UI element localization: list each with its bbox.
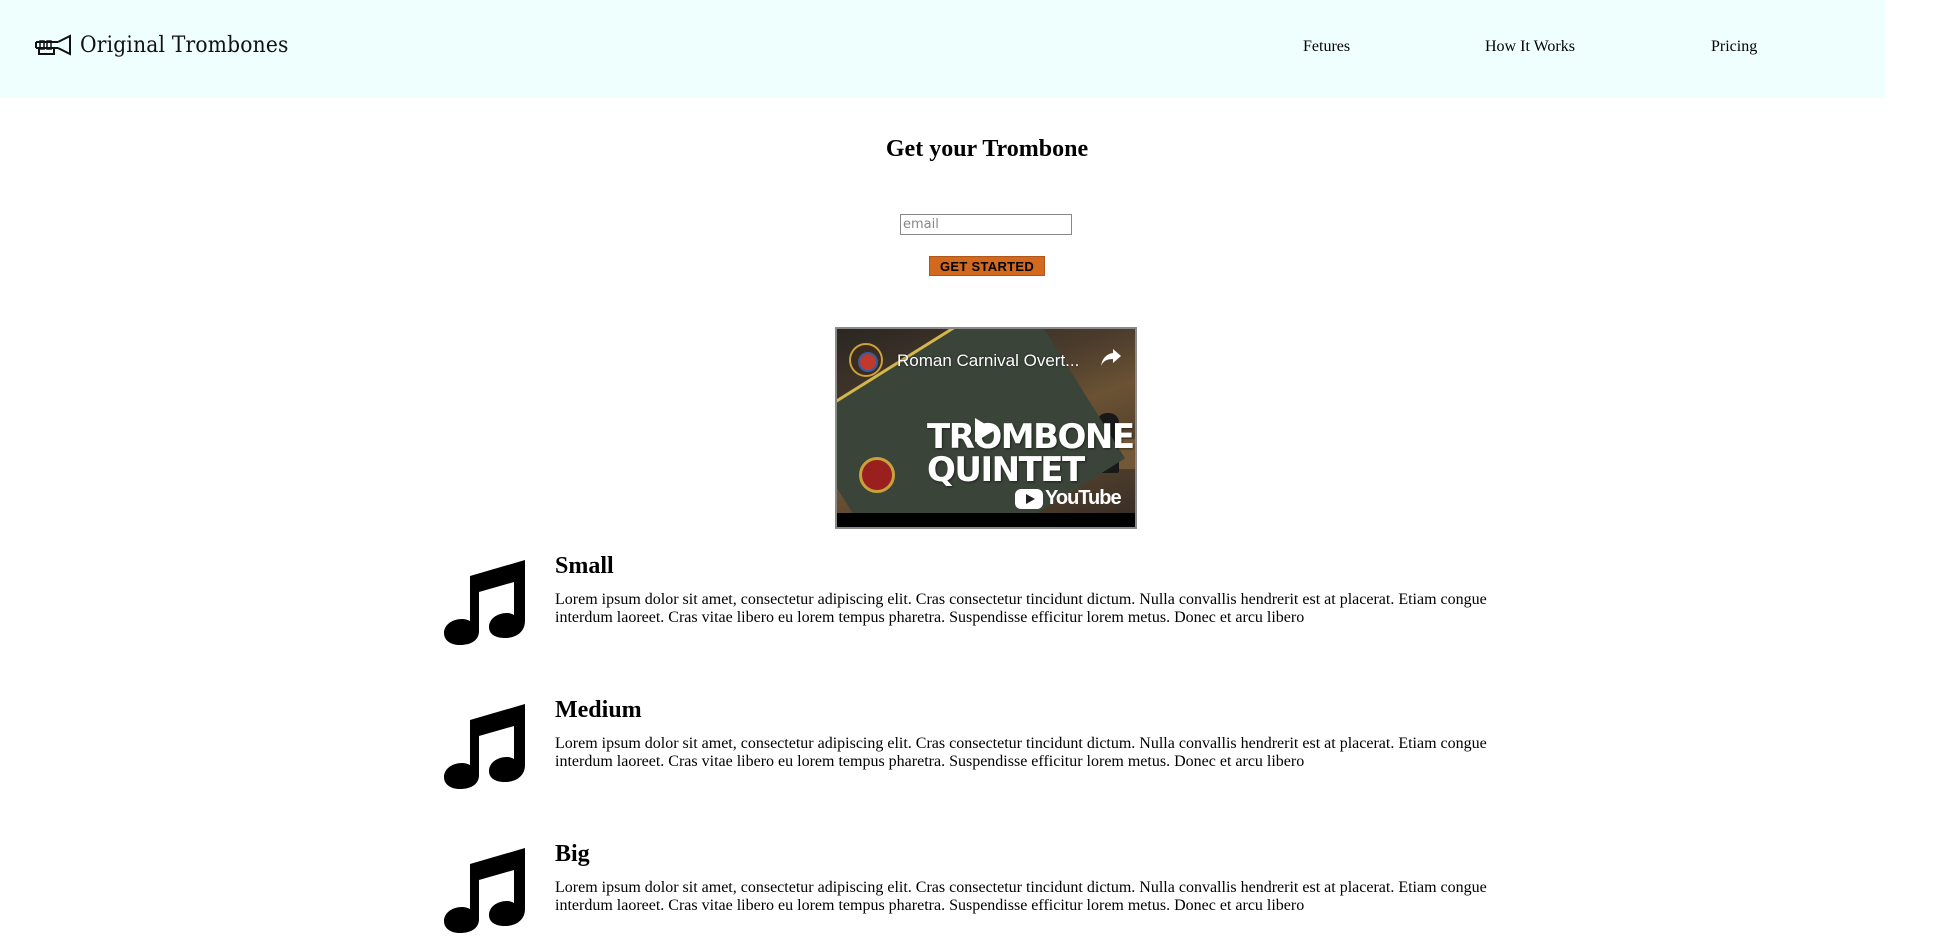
feature-description: Lorem ipsum dolor sit amet, consectetur … (555, 879, 1487, 914)
music-note-icon (444, 848, 525, 933)
play-icon[interactable] (973, 417, 997, 443)
feature-title: Big (555, 841, 590, 867)
video-thumbnail: TROMBONE QUINTET Roman Carnival Overt...… (837, 329, 1135, 513)
feature-title: Medium (555, 697, 642, 723)
nav-link-pricing[interactable]: Pricing (1711, 38, 1757, 56)
header: Original Trombones Fetures How It Works … (0, 0, 1885, 98)
trombone-icon (35, 34, 71, 56)
email-input[interactable] (900, 214, 1072, 235)
feature-small: Small Lorem ipsum dolor sit amet, consec… (444, 553, 1494, 663)
brand-name: Original Trombones (80, 32, 289, 58)
share-icon[interactable] (1099, 345, 1123, 369)
music-note-icon (444, 704, 525, 789)
video-overlay-text: TROMBONE QUINTET (927, 420, 1135, 490)
overlay-line-2: QUINTET (927, 450, 1085, 490)
youtube-logo[interactable]: YouTube (1015, 487, 1122, 510)
feature-medium: Medium Lorem ipsum dolor sit amet, conse… (444, 697, 1494, 807)
video-player[interactable]: TROMBONE QUINTET Roman Carnival Overt...… (835, 327, 1137, 529)
youtube-wordmark: YouTube (1045, 487, 1122, 509)
feature-big: Big Lorem ipsum dolor sit amet, consecte… (444, 841, 1494, 943)
logo[interactable]: Original Trombones (34, 29, 307, 61)
get-started-button[interactable]: GET STARTED (929, 256, 1045, 276)
music-note-icon (444, 560, 525, 645)
video-title[interactable]: Roman Carnival Overt... (897, 351, 1079, 371)
youtube-play-icon (1015, 488, 1043, 509)
emblem-icon (859, 457, 895, 493)
hero-title: Get your Trombone (885, 136, 1089, 162)
channel-avatar-icon[interactable] (849, 343, 883, 377)
page: Original Trombones Fetures How It Works … (0, 0, 1945, 943)
nav-link-how-it-works[interactable]: How It Works (1485, 38, 1575, 56)
feature-description: Lorem ipsum dolor sit amet, consectetur … (555, 735, 1487, 770)
nav-link-features[interactable]: Fetures (1303, 38, 1350, 56)
feature-title: Small (555, 553, 614, 579)
feature-description: Lorem ipsum dolor sit amet, consectetur … (555, 591, 1487, 626)
